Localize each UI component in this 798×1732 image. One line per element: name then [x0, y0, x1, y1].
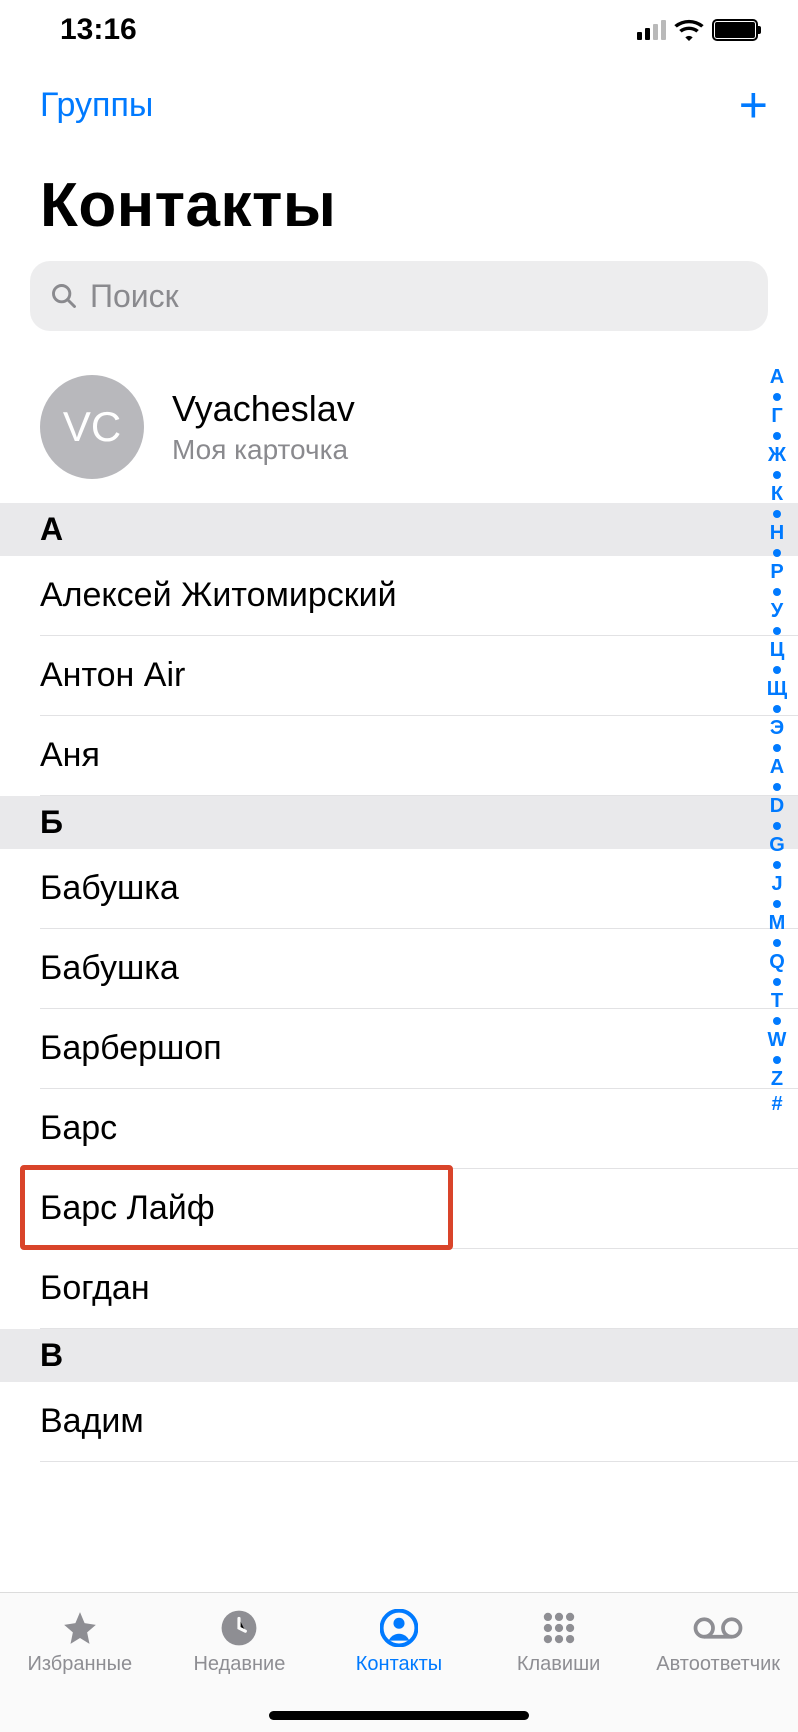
index-letter[interactable]: У: [771, 599, 783, 624]
index-letter[interactable]: К: [771, 482, 783, 507]
search-icon: [50, 282, 78, 310]
contact-row[interactable]: Алексей Житомирский: [40, 556, 798, 636]
index-dot[interactable]: [773, 588, 781, 596]
star-icon: [60, 1607, 100, 1649]
index-letter[interactable]: Z: [771, 1067, 783, 1092]
section-header: А: [0, 503, 798, 556]
index-dot[interactable]: [773, 1017, 781, 1025]
clock-icon: [220, 1607, 258, 1649]
search-input[interactable]: Поиск: [30, 261, 768, 331]
index-dot[interactable]: [773, 432, 781, 440]
tab-label: Клавиши: [517, 1653, 600, 1676]
my-card-subtitle: Моя карточка: [172, 434, 355, 466]
keypad-icon: [540, 1607, 578, 1649]
index-dot[interactable]: [773, 666, 781, 674]
search-placeholder: Поиск: [90, 278, 179, 315]
index-dot[interactable]: [773, 705, 781, 713]
contact-row[interactable]: Барс Лайф: [40, 1169, 798, 1249]
contact-row[interactable]: Барс: [40, 1089, 798, 1169]
index-dot[interactable]: [773, 1056, 781, 1064]
index-letter[interactable]: Э: [770, 716, 784, 741]
index-letter[interactable]: M: [769, 911, 786, 936]
contact-row[interactable]: Барбершоп: [40, 1009, 798, 1089]
section-header: В: [0, 1329, 798, 1382]
battery-icon: [712, 19, 758, 41]
index-dot[interactable]: [773, 627, 781, 635]
tab-label: Избранные: [27, 1653, 132, 1676]
index-letter[interactable]: J: [771, 872, 782, 897]
index-letter[interactable]: Щ: [767, 677, 787, 702]
home-indicator: [269, 1711, 529, 1720]
tab-label: Недавние: [193, 1653, 285, 1676]
index-letter[interactable]: T: [771, 989, 783, 1014]
my-card-row[interactable]: VC Vyacheslav Моя карточка: [0, 351, 798, 503]
index-dot[interactable]: [773, 471, 781, 479]
index-dot[interactable]: [773, 939, 781, 947]
alphabet-index[interactable]: АГЖКНРУЦЩЭADGJMQTWZ#: [762, 365, 792, 1562]
index-letter[interactable]: Н: [770, 521, 784, 546]
status-time: 13:16: [60, 13, 137, 47]
contact-row[interactable]: Антон Air: [40, 636, 798, 716]
status-bar: 13:16: [0, 0, 798, 60]
nav-bar: Группы +: [0, 60, 798, 140]
index-letter[interactable]: W: [768, 1028, 787, 1053]
index-dot[interactable]: [773, 783, 781, 791]
groups-button[interactable]: Группы: [40, 86, 153, 125]
index-dot[interactable]: [773, 744, 781, 752]
tab-label: Автоответчик: [656, 1653, 780, 1676]
page-title: Контакты: [0, 140, 798, 261]
index-dot[interactable]: [773, 549, 781, 557]
index-letter[interactable]: А: [770, 365, 784, 390]
index-letter[interactable]: Ц: [770, 638, 785, 663]
index-letter[interactable]: A: [770, 755, 784, 780]
contact-icon: [380, 1607, 418, 1649]
contacts-list: ААлексей ЖитомирскийАнтон AirАняББабушка…: [0, 503, 798, 1462]
index-dot[interactable]: [773, 822, 781, 830]
contact-row[interactable]: Богдан: [40, 1249, 798, 1329]
index-letter[interactable]: #: [771, 1092, 782, 1117]
tab-voicemail[interactable]: Автоответчик: [638, 1593, 798, 1732]
contact-row[interactable]: Аня: [40, 716, 798, 796]
index-letter[interactable]: Ж: [768, 443, 786, 468]
index-letter[interactable]: Q: [769, 950, 785, 975]
index-dot[interactable]: [773, 861, 781, 869]
contact-row[interactable]: Бабушка: [40, 849, 798, 929]
index-letter[interactable]: G: [769, 833, 785, 858]
index-dot[interactable]: [773, 393, 781, 401]
my-card-name: Vyacheslav: [172, 388, 355, 430]
section-header: Б: [0, 796, 798, 849]
add-contact-button[interactable]: +: [739, 80, 768, 130]
index-dot[interactable]: [773, 900, 781, 908]
cellular-signal-icon: [637, 20, 666, 40]
highlight-box: [20, 1165, 453, 1250]
index-letter[interactable]: Р: [770, 560, 783, 585]
tab-favorites[interactable]: Избранные: [0, 1593, 160, 1732]
wifi-icon: [674, 19, 704, 41]
avatar: VC: [40, 375, 144, 479]
contact-row[interactable]: Бабушка: [40, 929, 798, 1009]
tab-label: Контакты: [356, 1653, 442, 1676]
voicemail-icon: [693, 1607, 743, 1649]
index-letter[interactable]: D: [770, 794, 784, 819]
contact-row[interactable]: Вадим: [40, 1382, 798, 1462]
index-dot[interactable]: [773, 978, 781, 986]
status-indicators: [637, 19, 758, 41]
index-letter[interactable]: Г: [771, 404, 782, 429]
index-dot[interactable]: [773, 510, 781, 518]
